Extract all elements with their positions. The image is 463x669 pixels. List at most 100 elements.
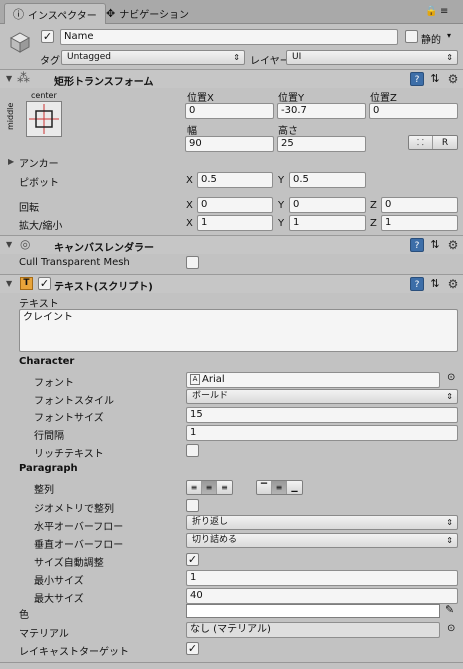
static-dropdown-icon[interactable]: ▾: [447, 31, 451, 40]
scale-z-axis: Z: [370, 218, 377, 229]
help-book-icon[interactable]: ?: [410, 72, 424, 86]
tab-navigation[interactable]: ✥ ナビゲーション: [98, 3, 197, 24]
cull-transparent-mesh-checkbox[interactable]: [186, 256, 199, 269]
object-picker-icon[interactable]: ⊙: [447, 372, 455, 383]
anchor-h-label: center: [31, 91, 57, 100]
pos-y-input[interactable]: -30.7: [277, 103, 366, 119]
v-overflow-dropdown[interactable]: 切り詰める ⇕: [186, 533, 458, 548]
help-book-icon[interactable]: ?: [410, 238, 424, 252]
align-left-icon[interactable]: ≡: [187, 481, 202, 494]
max-size-label-text: 最大サイズ: [34, 590, 84, 605]
align-middle-icon[interactable]: ≡: [272, 481, 287, 494]
canvas-renderer-icon: ◎: [20, 237, 31, 251]
gear-icon[interactable]: ⚙: [446, 238, 460, 252]
gear-icon[interactable]: ⚙: [446, 277, 460, 291]
preset-icon[interactable]: ⇅: [428, 238, 442, 252]
rich-text-checkbox[interactable]: [186, 444, 199, 457]
layer-label: レイヤー: [250, 56, 290, 67]
eyedropper-icon[interactable]: ✎: [445, 603, 454, 616]
scale-x-input[interactable]: 1: [197, 215, 273, 231]
text-enabled-checkbox[interactable]: ✓: [38, 277, 51, 290]
pivot-y-input[interactable]: 0.5: [289, 172, 366, 188]
align-geometry-checkbox[interactable]: [186, 499, 199, 512]
tab-bar: ⓘ インスペクター ✥ ナビゲーション 🔒 ≡: [0, 0, 463, 24]
active-checkbox[interactable]: ✓: [41, 30, 54, 43]
align-right-icon[interactable]: ≡: [217, 481, 232, 494]
tag-dropdown[interactable]: Untagged ⇕: [61, 50, 245, 65]
character-header: Character: [19, 356, 75, 367]
menu-icon[interactable]: ≡: [440, 6, 448, 17]
preset-icon[interactable]: ⇅: [428, 277, 442, 291]
rotation-label: 回転: [19, 203, 39, 214]
align-top-icon[interactable]: ▔: [257, 481, 272, 494]
blueprint-raw-buttons: ⸬ R: [408, 135, 458, 150]
scale-y-input[interactable]: 1: [289, 215, 366, 231]
foldout-arrow-icon[interactable]: ▼: [6, 279, 12, 288]
text-area[interactable]: クレイント: [19, 309, 458, 352]
scale-x-axis: X: [186, 218, 193, 229]
v-overflow-label: 垂直オーバーフロー: [34, 540, 124, 551]
raw-edit-button[interactable]: R: [433, 136, 457, 149]
alignment-label: 整列: [34, 485, 54, 496]
h-overflow-dropdown[interactable]: 折り返し ⇕: [186, 515, 458, 530]
foldout-arrow-icon[interactable]: ▼: [6, 240, 12, 249]
pos-z-input[interactable]: 0: [369, 103, 458, 119]
tab-inspector-label: インスペクター: [28, 10, 97, 22]
pivot-label: ピボット: [19, 178, 59, 189]
help-book-icon[interactable]: ?: [410, 277, 424, 291]
rotation-z-input[interactable]: 0: [381, 197, 458, 213]
foldout-arrow-icon[interactable]: ▼: [6, 74, 12, 83]
cull-transparent-mesh-label: Cull Transparent Mesh: [19, 257, 130, 268]
pivot-x-axis: X: [186, 175, 193, 186]
align-bottom-icon[interactable]: ▁: [287, 481, 302, 494]
blueprint-mode-button[interactable]: ⸬: [409, 136, 433, 149]
pivot-y-axis: Y: [278, 175, 285, 186]
width-input[interactable]: 90: [185, 136, 274, 152]
tab-inspector[interactable]: ⓘ インスペクター: [4, 3, 106, 24]
rect-transform-title: 矩形トランスフォーム: [54, 77, 154, 88]
lock-icon[interactable]: 🔒: [425, 6, 437, 17]
object-picker-icon[interactable]: ⊙: [447, 623, 455, 634]
line-spacing-label: 行間隔: [34, 431, 64, 442]
raycast-target-checkbox[interactable]: ✓: [186, 642, 199, 655]
pivot-x-input[interactable]: 0.5: [197, 172, 273, 188]
cube-icon: [8, 30, 32, 54]
anchors-foldout-icon[interactable]: ▶: [8, 157, 14, 166]
preset-icon[interactable]: ⇅: [428, 72, 442, 86]
object-name-input[interactable]: Name: [60, 29, 398, 45]
rotation-x-input[interactable]: 0: [197, 197, 273, 213]
font-object-field[interactable]: A Arial: [186, 372, 440, 388]
navigation-icon: ✥: [106, 7, 116, 20]
height-label: 高さ: [278, 126, 298, 137]
line-spacing-input[interactable]: 1: [186, 425, 458, 441]
font-size-input[interactable]: 15: [186, 407, 458, 423]
anchor-presets-button[interactable]: [26, 101, 62, 137]
material-object-field[interactable]: なし (マテリアル): [186, 622, 440, 638]
max-size-input[interactable]: 40: [186, 588, 458, 604]
layer-dropdown[interactable]: UI ⇕: [286, 50, 458, 65]
rect-transform-header[interactable]: ▼ ⁂ 矩形トランスフォーム ? ⇅ ⚙: [0, 69, 463, 88]
gear-icon[interactable]: ⚙: [446, 72, 460, 86]
rich-text-label: リッチテキスト: [34, 449, 104, 460]
chevron-down-icon: ⇕: [233, 53, 240, 62]
color-swatch[interactable]: [186, 604, 440, 618]
text-component-header[interactable]: ▼ T ✓ テキスト(スクリプト) ? ⇅ ⚙: [0, 274, 463, 293]
rot-x-axis: X: [186, 200, 193, 211]
v-overflow-value: 切り詰める: [192, 535, 238, 545]
best-fit-checkbox[interactable]: ✓: [186, 553, 199, 566]
canvas-renderer-header[interactable]: ▼ ◎ キャンバスレンダラー ? ⇅ ⚙: [0, 235, 463, 254]
h-overflow-value: 折り返し: [192, 517, 229, 527]
height-input[interactable]: 25: [277, 136, 366, 152]
min-size-input[interactable]: 1: [186, 570, 458, 586]
rot-y-axis: Y: [278, 200, 285, 211]
rot-z-axis: Z: [370, 200, 377, 211]
anchor-v-label: middle: [6, 102, 15, 130]
pos-x-input[interactable]: 0: [185, 103, 274, 119]
align-center-icon[interactable]: ≡: [202, 481, 217, 494]
scale-z-input[interactable]: 1: [381, 215, 458, 231]
vertical-alignment-group: ▔ ≡ ▁: [256, 480, 303, 495]
font-style-dropdown[interactable]: ボールド ⇕: [186, 389, 458, 404]
static-checkbox[interactable]: [405, 30, 418, 43]
rotation-y-input[interactable]: 0: [289, 197, 366, 213]
raycast-target-label: レイキャストターゲット: [19, 647, 129, 658]
